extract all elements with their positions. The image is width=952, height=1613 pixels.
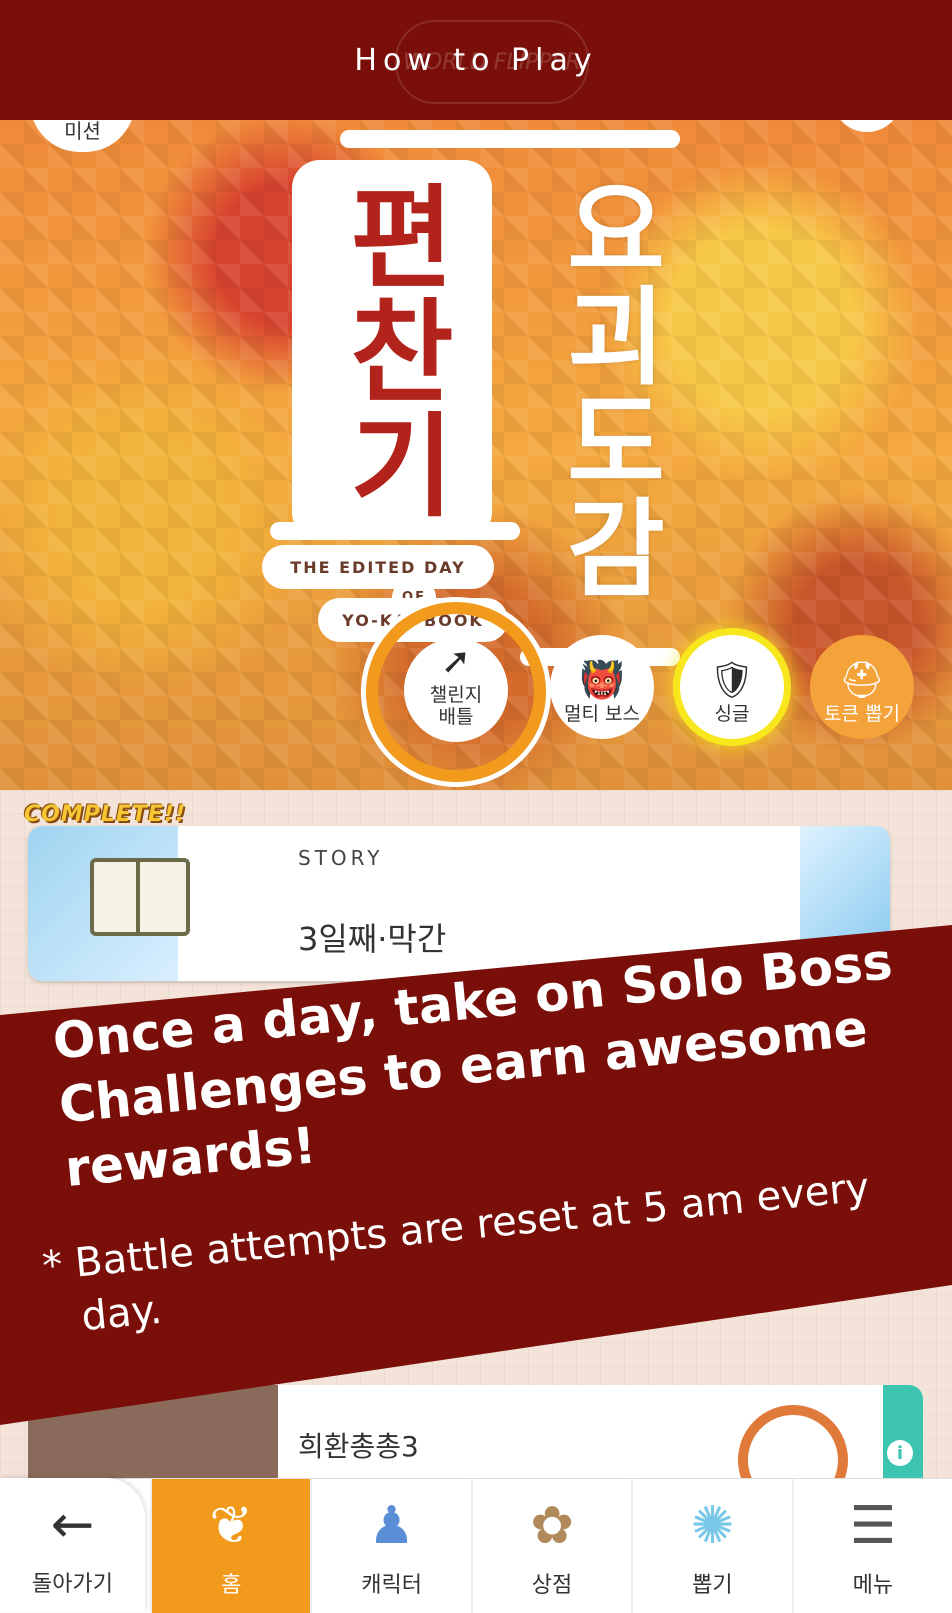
nav-menu-label: 메뉴: [852, 1573, 894, 1598]
nav-shop-label: 상점: [531, 1573, 573, 1598]
nav-character-label: 캐릭터: [361, 1573, 422, 1598]
mission-label: 미션: [64, 120, 101, 143]
single-label: 싱글: [714, 703, 750, 725]
nav-character[interactable]: ♟ 캐릭터: [310, 1479, 470, 1613]
highlight-ring: [366, 602, 546, 782]
nav-menu[interactable]: ☰ 메뉴: [791, 1479, 952, 1613]
hat-icon: ⛑: [839, 660, 885, 701]
token-draw-label: 토큰 뽑기: [824, 703, 900, 725]
nav-shop[interactable]: ✿ 상점: [470, 1479, 631, 1613]
multi-boss-button[interactable]: 👹 멀티 보스: [550, 635, 654, 739]
single-button[interactable]: 🛡 싱글: [680, 635, 784, 739]
menu-icon: ☰: [849, 1496, 897, 1556]
demon-icon: 👹: [579, 660, 625, 701]
token-draw-button[interactable]: ⛑ 토큰 뽑기: [810, 635, 914, 739]
info-icon[interactable]: i: [887, 1440, 913, 1466]
shop-icon: ✿: [530, 1496, 574, 1556]
nav-gacha[interactable]: ✺ 뽑기: [631, 1479, 791, 1613]
story-label: STORY: [298, 846, 384, 870]
back-arrow-icon: ←: [50, 1495, 95, 1555]
title-scroll: 편찬기: [292, 160, 492, 540]
title-rod-top: [340, 130, 680, 148]
book-icon: [90, 858, 190, 936]
home-icon: ❦: [209, 1496, 253, 1556]
header: WORLD FLIPPER How to Play: [0, 0, 952, 120]
character-icon: ♟: [368, 1496, 415, 1556]
corner-button[interactable]: [832, 120, 902, 132]
mission-button[interactable]: 미션: [30, 120, 135, 152]
event-title-main: 편찬기: [327, 179, 457, 521]
story-title: 3일째·막간: [298, 920, 447, 958]
title-rod-bottom: [270, 522, 520, 540]
nav-home-label: 홈: [221, 1573, 242, 1598]
event-title-sub: 요괴도감: [545, 175, 668, 599]
quest-name: 희환총총3: [298, 1430, 419, 1463]
subtitle-line1: THE EDITED DAY: [262, 545, 494, 589]
gacha-icon: ✺: [690, 1496, 735, 1556]
nav-gacha-label: 뽑기: [692, 1573, 733, 1598]
nav-home[interactable]: ❦ 홈: [150, 1479, 311, 1613]
complete-badge: COMPLETE!!: [24, 802, 187, 827]
back-button[interactable]: ← 돌아가기: [0, 1478, 145, 1612]
page-title: How to Play: [354, 42, 598, 78]
knight-icon: 🛡: [709, 660, 755, 701]
multi-boss-label: 멀티 보스: [564, 703, 640, 725]
back-label: 돌아가기: [32, 1572, 113, 1597]
